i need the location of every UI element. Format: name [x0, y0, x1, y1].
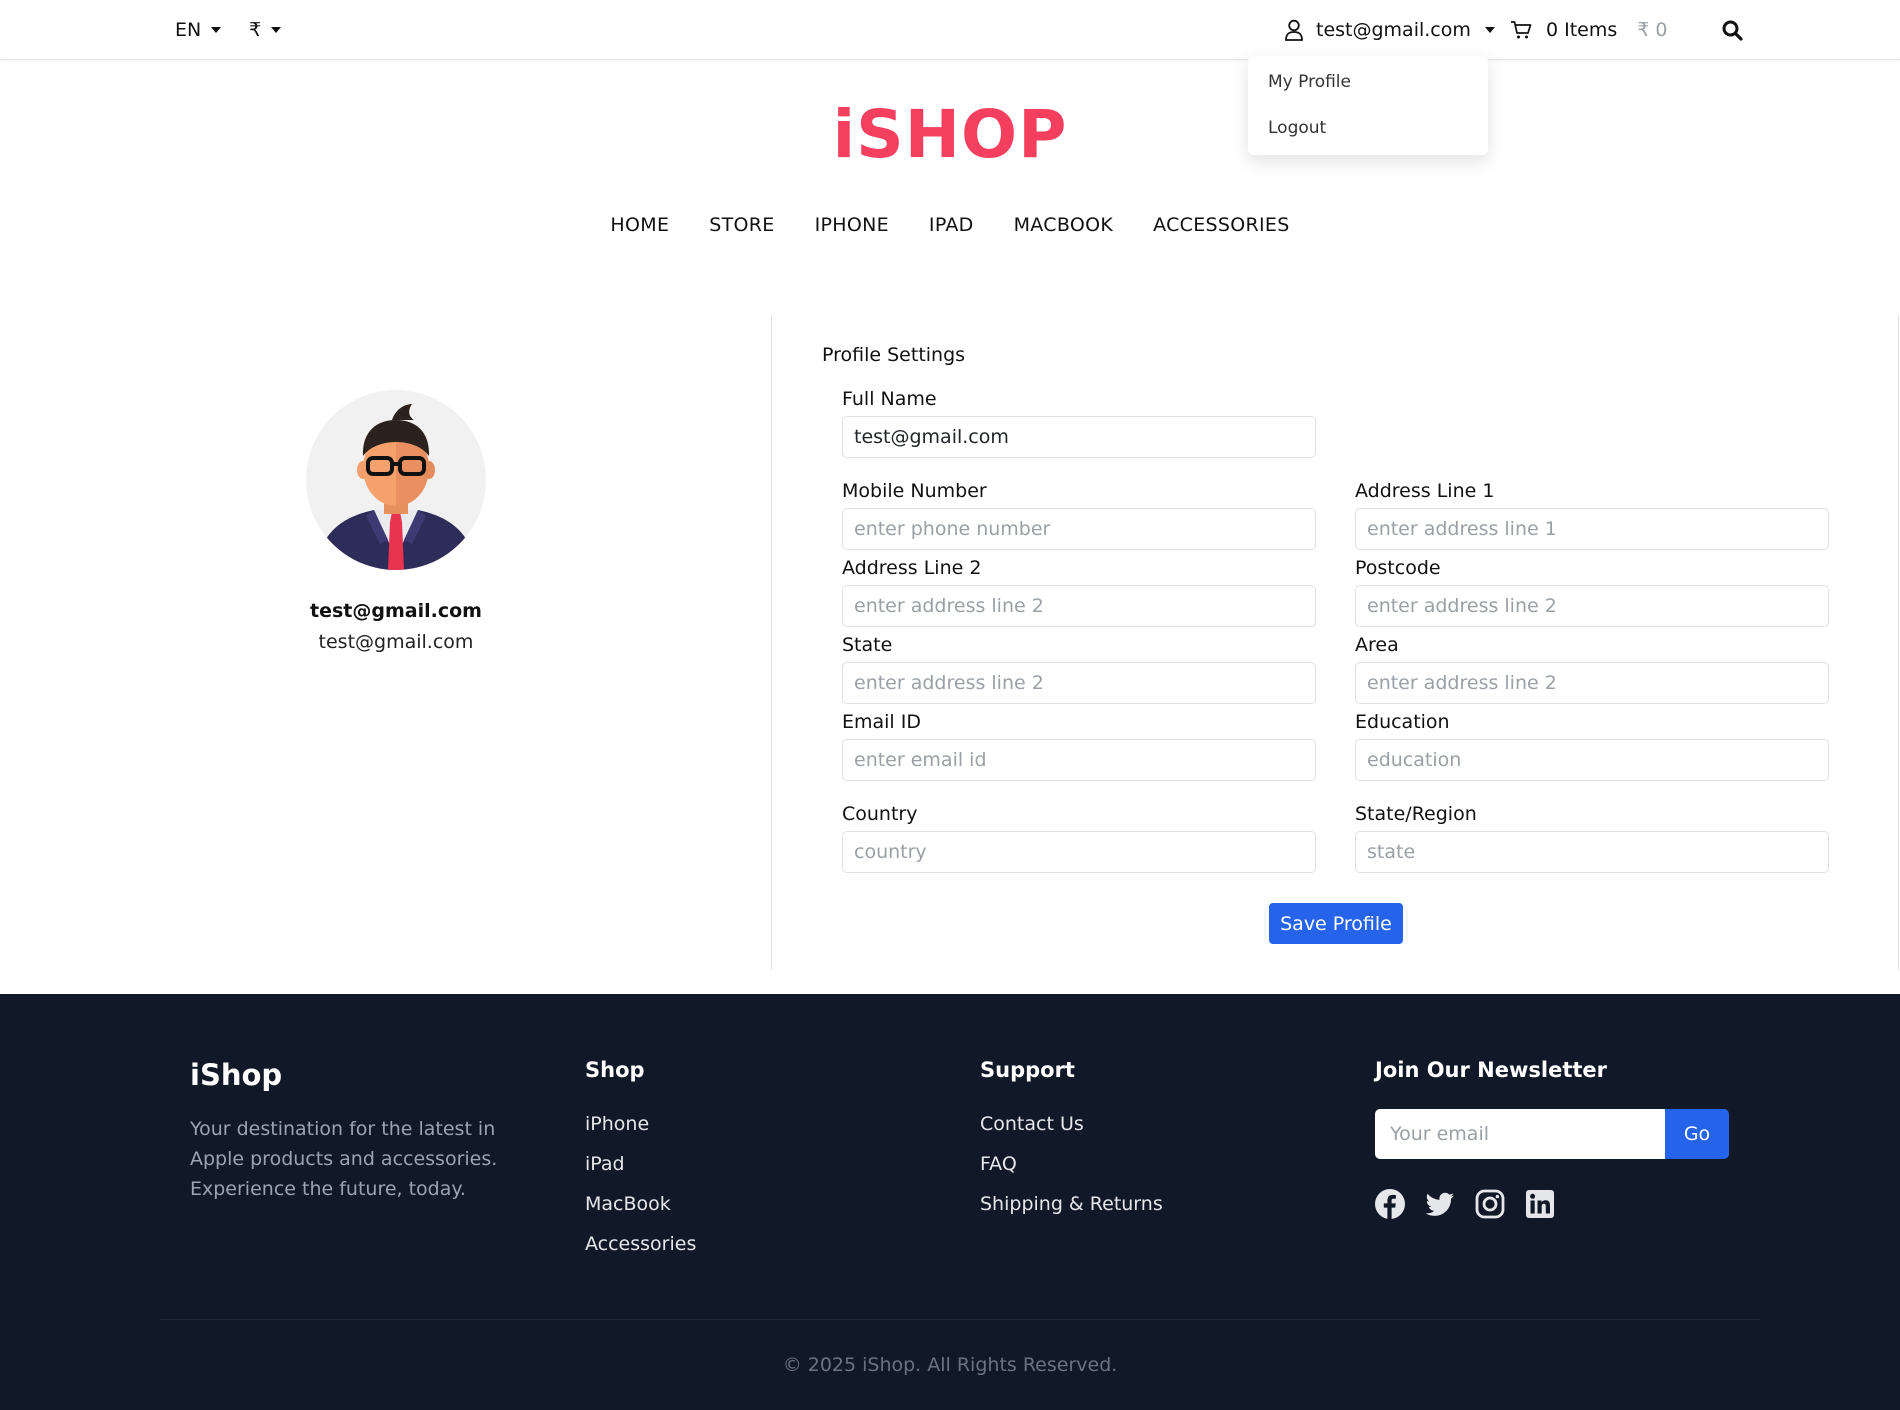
footer-newsletter-heading: Join Our Newsletter [1375, 1058, 1608, 1082]
footer-brand: iShop [190, 1058, 283, 1092]
state-label: State [842, 634, 893, 656]
chevron-down-icon [271, 27, 282, 33]
footer-link-accessories[interactable]: Accessories [585, 1233, 696, 1255]
mobile-number-label: Mobile Number [842, 480, 987, 502]
user-menu-toggle[interactable]: test@gmail.com [1284, 0, 1495, 60]
address-line-2-label: Address Line 2 [842, 557, 982, 579]
nav-store[interactable]: STORE [709, 214, 774, 236]
right-border [1898, 315, 1899, 970]
newsletter-go-button[interactable]: Go [1665, 1109, 1729, 1159]
save-profile-button[interactable]: Save Profile [1269, 903, 1403, 944]
address-line-1-label: Address Line 1 [1355, 480, 1495, 502]
menu-item-my-profile[interactable]: My Profile [1268, 72, 1351, 92]
chevron-down-icon [1484, 27, 1495, 33]
profile-name: test@gmail.com [310, 600, 482, 622]
avatar [306, 390, 486, 570]
country-input[interactable] [842, 831, 1316, 873]
linkedin-icon[interactable] [1524, 1188, 1556, 1220]
email-id-label: Email ID [842, 711, 921, 733]
cart-items-count: 0 Items [1546, 19, 1618, 41]
avatar-illustration [306, 390, 486, 570]
top-bar: EN ₹ test@gmail.com 0 Items ₹ 0 [0, 0, 1900, 60]
nav-ipad[interactable]: IPAD [929, 214, 974, 236]
footer-link-faq[interactable]: FAQ [980, 1153, 1017, 1175]
footer-link-shipping-returns[interactable]: Shipping & Returns [980, 1193, 1163, 1215]
user-dropdown-menu: My Profile Logout [1248, 56, 1488, 155]
mobile-number-input[interactable] [842, 508, 1316, 550]
nav-accessories[interactable]: ACCESSORIES [1153, 214, 1289, 236]
chevron-down-icon [211, 27, 222, 33]
state-region-label: State/Region [1355, 803, 1477, 825]
user-email: test@gmail.com [1316, 19, 1471, 41]
newsletter-email-input[interactable] [1375, 1109, 1665, 1159]
postcode-input[interactable] [1355, 585, 1829, 627]
currency-label: ₹ [249, 19, 262, 41]
instagram-icon[interactable] [1474, 1188, 1506, 1220]
postcode-label: Postcode [1355, 557, 1441, 579]
language-selector[interactable]: EN [175, 0, 222, 60]
address-line-1-input[interactable] [1355, 508, 1829, 550]
full-name-input[interactable] [842, 416, 1316, 458]
area-input[interactable] [1355, 662, 1829, 704]
state-input[interactable] [842, 662, 1316, 704]
site-logo[interactable]: iSHOP [0, 96, 1900, 173]
footer-support-heading: Support [980, 1058, 1075, 1082]
currency-selector[interactable]: ₹ [249, 0, 282, 60]
footer-link-contact-us[interactable]: Contact Us [980, 1113, 1084, 1135]
profile-settings-title: Profile Settings [822, 344, 966, 366]
footer-description: Your destination for the latest in Apple… [190, 1118, 498, 1200]
email-id-input[interactable] [842, 739, 1316, 781]
language-label: EN [175, 19, 202, 41]
cart-amount: ₹ 0 [1637, 19, 1668, 41]
main-nav: HOME STORE IPHONE IPAD MACBOOK ACCESSORI… [0, 214, 1900, 236]
footer-link-macbook[interactable]: MacBook [585, 1193, 671, 1215]
full-name-label: Full Name [842, 388, 937, 410]
copyright-text: © 2025 iShop. All Rights Reserved. [782, 1354, 1118, 1376]
menu-item-logout[interactable]: Logout [1268, 118, 1326, 138]
footer-link-iphone[interactable]: iPhone [585, 1113, 649, 1135]
address-line-2-input[interactable] [842, 585, 1316, 627]
footer-divider [160, 1319, 1760, 1320]
column-divider [771, 315, 772, 970]
education-label: Education [1355, 711, 1450, 733]
state-region-input[interactable] [1355, 831, 1829, 873]
country-label: Country [842, 803, 918, 825]
footer-shop-heading: Shop [585, 1058, 645, 1082]
area-label: Area [1355, 634, 1399, 656]
search-button[interactable] [1722, 0, 1743, 60]
profile-email: test@gmail.com [318, 631, 474, 653]
facebook-icon[interactable] [1374, 1188, 1406, 1220]
footer: iShop Your destination for the latest in… [0, 994, 1900, 1410]
nav-macbook[interactable]: MACBOOK [1014, 214, 1114, 236]
nav-iphone[interactable]: IPHONE [815, 214, 889, 236]
cart-summary[interactable]: 0 Items ₹ 0 [1510, 0, 1668, 60]
education-input[interactable] [1355, 739, 1829, 781]
footer-link-ipad[interactable]: iPad [585, 1153, 625, 1175]
user-icon [1285, 19, 1303, 41]
nav-home[interactable]: HOME [610, 214, 669, 236]
twitter-icon[interactable] [1424, 1188, 1456, 1220]
cart-icon [1511, 21, 1532, 39]
search-icon [1722, 20, 1743, 41]
